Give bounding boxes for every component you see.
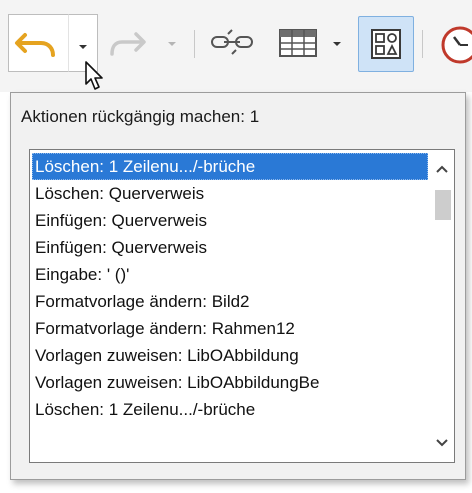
standard-toolbar	[0, 0, 472, 92]
redo-button[interactable]	[104, 18, 154, 68]
chevron-down-icon	[168, 42, 176, 46]
list-item[interactable]: Vorlagen zuweisen: LibOAbbildungBe	[32, 369, 428, 396]
list-item[interactable]: Formatvorlage ändern: Bild2	[32, 288, 428, 315]
clock-icon	[441, 26, 472, 64]
shapes-button[interactable]	[358, 16, 414, 72]
undo-arrow-icon	[15, 33, 55, 57]
redo-arrow-icon	[110, 32, 146, 56]
chevron-up-icon	[436, 165, 448, 173]
list-item[interactable]: Eingabe: ' ()'	[32, 261, 428, 288]
undo-items: Löschen: 1 Zeilenu.../-brüche Löschen: Q…	[32, 153, 428, 423]
chevron-down-icon	[333, 42, 341, 46]
chevron-down-icon	[436, 439, 448, 447]
table-dropdown-button[interactable]	[326, 18, 348, 68]
toolbar-separator	[194, 30, 195, 58]
undo-button[interactable]	[8, 14, 68, 72]
list-item[interactable]: Einfügen: Querverweis	[32, 207, 428, 234]
undo-history-popup: Aktionen rückgängig machen: 1 Löschen: 1…	[10, 92, 466, 480]
shapes-icon	[371, 29, 401, 59]
clock-button[interactable]	[430, 18, 472, 72]
chain-link-icon	[211, 29, 253, 55]
list-item[interactable]: Löschen: Querverweis	[32, 180, 428, 207]
vertical-scrollbar[interactable]	[430, 150, 454, 462]
list-item[interactable]: Vorlagen zuweisen: LibOAbbildung	[32, 342, 428, 369]
popup-title: Aktionen rückgängig machen: 1	[21, 107, 260, 126]
chain-button[interactable]	[202, 18, 262, 68]
list-item[interactable]: Löschen: 1 Zeilenu.../-brüche	[32, 396, 428, 423]
list-item[interactable]: Einfügen: Querverweis	[32, 234, 428, 261]
list-item-selected[interactable]: Löschen: 1 Zeilenu.../-brüche	[32, 153, 428, 180]
redo-dropdown-button[interactable]	[160, 18, 184, 68]
app-window: Aktionen rückgängig machen: 1 Löschen: 1…	[0, 0, 472, 493]
table-grid-icon	[279, 29, 317, 57]
toolbar-separator	[422, 30, 423, 58]
scroll-up-button[interactable]	[430, 158, 454, 180]
undo-actions-list[interactable]: Löschen: 1 Zeilenu.../-brüche Löschen: Q…	[29, 149, 455, 463]
scroll-down-button[interactable]	[430, 432, 454, 454]
list-item[interactable]: Formatvorlage ändern: Rahmen12	[32, 315, 428, 342]
mouse-pointer-icon	[85, 61, 103, 90]
scrollbar-thumb[interactable]	[435, 190, 451, 220]
insert-table-button[interactable]	[272, 18, 324, 68]
